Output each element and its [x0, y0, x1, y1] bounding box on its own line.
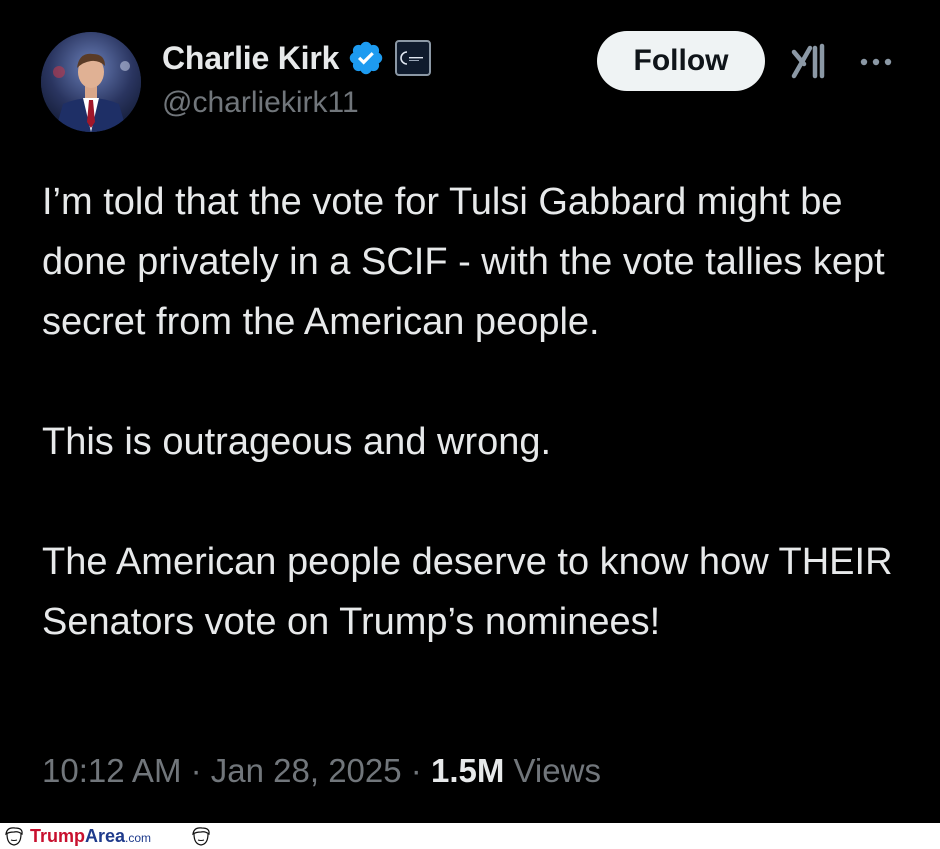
verified-badge-icon[interactable]: [347, 39, 385, 77]
affiliate-badge-icon[interactable]: [395, 40, 432, 76]
logo-text-trump: Trump: [30, 826, 86, 846]
author-handle[interactable]: @charliekirk11: [162, 86, 359, 120]
view-count[interactable]: 1.5M: [431, 752, 504, 789]
author-name-row: Charlie Kirk: [162, 36, 432, 80]
tweet-paragraph: This is outrageous and wrong.: [42, 421, 552, 463]
logo-text-area: Area: [85, 826, 126, 846]
tweet-text: I’m told that the vote for Tulsi Gabbard…: [42, 172, 922, 652]
affiliate-logo-icon: [400, 51, 424, 65]
views-label: Views: [513, 752, 601, 789]
tweet-card: Charlie Kirk @charliekirk11 Follow I’m t…: [0, 0, 940, 823]
tweet-time[interactable]: 10:12 AM: [42, 752, 181, 789]
watermark-bar: TrumpArea.com: [0, 823, 940, 849]
tweet-meta: 10:12 AM · Jan 28, 2025 · 1.5M Views: [42, 752, 601, 790]
more-options-icon[interactable]: [856, 52, 896, 72]
trumparea-logo: TrumpArea.com: [30, 826, 151, 848]
tweet-date[interactable]: Jan 28, 2025: [211, 752, 402, 789]
meta-separator: ·: [190, 752, 202, 789]
follow-button[interactable]: Follow: [597, 31, 765, 91]
tweet-paragraph: I’m told that the vote for Tulsi Gabbard…: [42, 181, 885, 343]
trump-face-icon: [192, 827, 210, 846]
logo-text-com: .com: [125, 831, 152, 845]
trump-face-icon: [5, 827, 23, 846]
meta-separator: ·: [410, 752, 422, 789]
tweet-paragraph: The American people deserve to know how …: [42, 541, 893, 643]
avatar[interactable]: [41, 32, 141, 132]
author-display-name[interactable]: Charlie Kirk: [162, 40, 339, 77]
grok-icon[interactable]: [788, 40, 830, 82]
avatar-image: [41, 32, 141, 132]
